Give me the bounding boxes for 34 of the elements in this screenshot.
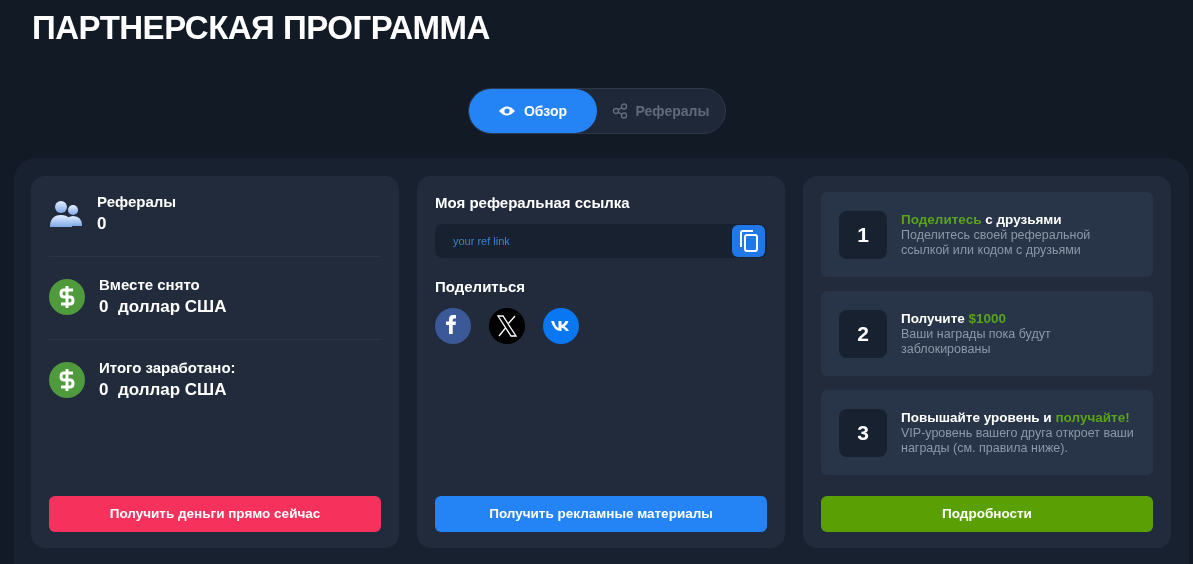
facebook-icon[interactable]: [435, 308, 471, 344]
step-title: Повышайте уровень и получайте!: [901, 409, 1131, 426]
page-title: ПАРТНЕРСКАЯ ПРОГРАММА: [31, 8, 491, 48]
step-text: Поделитесь своей реферальной ссылкой или кодом с друзьями: [901, 228, 1092, 258]
tab[interactable]: Рефералы: [596, 89, 725, 133]
withdraw-button[interactable]: Получить деньги прямо сейчас: [49, 496, 381, 532]
stat-label: Рефералы: [97, 192, 177, 212]
vk-logo-icon[interactable]: [543, 308, 579, 344]
copy-icon: [738, 230, 759, 252]
step-number: 1: [839, 210, 887, 259]
stat-value: 0 доллар США: [99, 379, 228, 401]
dollar-icon: [49, 362, 85, 398]
stat-value: 0: [97, 213, 108, 235]
details-button[interactable]: Подробности: [821, 496, 1153, 532]
step-title: Поделитесь с друзьями: [901, 211, 1063, 228]
share-icon: [611, 103, 628, 119]
x-logo-icon[interactable]: [489, 308, 525, 344]
users-icon: [49, 200, 83, 228]
stat-label: Вместе снято: [99, 275, 201, 295]
materials-button[interactable]: Получить рекламные материалы: [435, 496, 767, 532]
eye-icon: [497, 105, 516, 117]
stat-value: 0 доллар США: [99, 296, 227, 318]
step-title: Получите $1000: [901, 310, 1008, 327]
stat-label: Итого заработано:: [99, 358, 236, 378]
step-number: 3: [839, 408, 887, 457]
copy-button[interactable]: [732, 225, 765, 257]
tab[interactable]: Обзор: [468, 89, 597, 133]
step-text: VIP-уровень вашего друга откроет ваши награды (см. правила ниже).: [901, 426, 1135, 456]
step-text: Ваши награды пока будут заблокированы: [901, 327, 1052, 357]
section-heading: Поделиться: [435, 277, 527, 297]
section-heading: Моя реферальная ссылка: [435, 193, 631, 213]
link-field[interactable]: your ref link: [435, 224, 767, 258]
dollar-icon: [49, 279, 85, 315]
step-number: 2: [839, 309, 887, 358]
